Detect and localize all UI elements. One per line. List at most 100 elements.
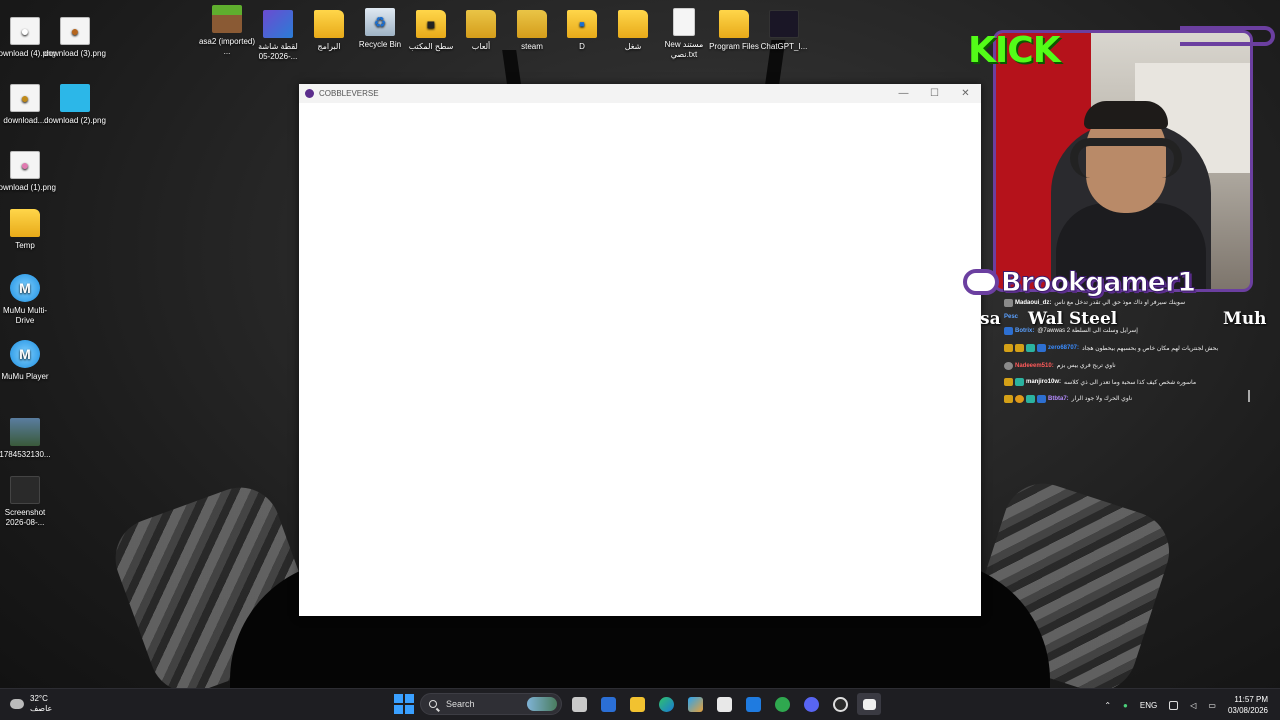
weather-temperature: 32°C — [30, 694, 48, 703]
weather-description: عاصف — [30, 704, 53, 713]
mail-icon — [745, 696, 761, 712]
badge-icon — [1015, 394, 1024, 403]
language-indicator[interactable]: ENG — [1140, 701, 1157, 710]
folder-icon: ■ — [416, 10, 446, 38]
cobbleverse-app-icon — [305, 89, 314, 98]
streamer-name: Brookgamer1 — [1000, 266, 1196, 298]
desktop-icon-chatgpt[interactable]: ChatGPT_I... — [753, 10, 815, 52]
volume-icon[interactable]: ◁ — [1190, 701, 1196, 710]
taskbar-app-edge[interactable] — [654, 693, 678, 715]
weather-widget[interactable]: 32°C عاصف — [10, 694, 52, 714]
image-file-icon: ● — [10, 151, 40, 179]
ticker-left: sa — [980, 309, 1001, 329]
folder-icon: ■ — [567, 10, 597, 38]
taskbar-center: Search — [394, 693, 881, 715]
image-file-icon — [10, 476, 40, 504]
start-button[interactable] — [394, 694, 414, 714]
window-app-icon — [862, 698, 876, 710]
desktop-icon-screenshot[interactable]: Screenshot 2026-08-... — [0, 476, 56, 528]
obs-icon — [832, 696, 848, 712]
chat-message: manjiro10w: ماسوره شخص كيف كذا سحبة وما … — [1004, 373, 1250, 391]
folder-icon — [517, 10, 547, 38]
folder-icon — [618, 10, 648, 38]
mumu-icon: M — [10, 340, 40, 368]
chat-message: Nadeeem510: ناوي تربح فري بيس بزم — [1004, 359, 1250, 372]
badge-icon — [1026, 344, 1035, 352]
name-pill-icon — [963, 269, 999, 295]
chat-message: Madaoui_dz: سوينك سيرفر او داك موذ حق ال… — [1004, 296, 1250, 309]
badge-icon — [1015, 378, 1024, 386]
clock-time: 11:57 PM — [1234, 695, 1268, 704]
image-file-icon — [60, 84, 90, 112]
ticker-mid: Wal Steel — [1028, 309, 1118, 329]
folder-icon — [466, 10, 496, 38]
taskbar-app-mail[interactable] — [741, 693, 765, 715]
chat-scrollbar — [1248, 390, 1250, 402]
window-controls: — ☐ ✕ — [888, 84, 981, 103]
ticker-right: Muh — [1223, 309, 1267, 329]
discord-icon — [803, 696, 819, 712]
badge-icon — [1037, 394, 1046, 403]
desktop-icon-download-3[interactable]: ● download (3).png — [44, 17, 106, 59]
text-file-icon — [673, 8, 695, 36]
chat-message: zero68707: بحش لجنتريات لهم مكان خاص و ب… — [1004, 338, 1250, 358]
mumu-icon: M — [10, 274, 40, 302]
chat-message: Btbta7: ناوي الحرك ولا جود الرار — [1004, 392, 1250, 405]
store-icon — [716, 696, 732, 712]
image-file-icon — [769, 10, 799, 38]
window-content[interactable] — [299, 103, 981, 616]
window-titlebar[interactable]: COBBLEVERSE — ☐ ✕ — [299, 84, 981, 103]
taskbar-app-discord[interactable] — [799, 693, 823, 715]
wind-weather-icon — [10, 699, 24, 709]
maximize-button[interactable]: ☐ — [919, 84, 950, 103]
webcam-person-hair — [1084, 101, 1168, 129]
clock[interactable]: 11:57 PM 03/08/2026 — [1228, 694, 1268, 716]
image-file-icon: ● — [10, 84, 40, 112]
taskbar-app-file-explorer[interactable] — [625, 693, 649, 715]
image-file-icon — [10, 418, 40, 446]
search-highlight-icon — [527, 697, 557, 711]
taskbar-app-notes[interactable] — [596, 693, 620, 715]
task-view-button[interactable] — [567, 693, 591, 715]
badge-icon — [1004, 394, 1013, 403]
taskbar-app-store[interactable] — [712, 693, 736, 715]
microphone-icon[interactable]: ● — [1123, 701, 1128, 710]
taskbar: 32°C عاصف Search ⌃ ● ENG ◁ ▭ 11:57 PM 03… — [0, 688, 1280, 720]
xbox-icon — [774, 696, 790, 712]
battery-icon[interactable]: ▭ — [1208, 701, 1216, 710]
image-file-icon: ● — [10, 17, 40, 45]
cobbleverse-window[interactable]: COBBLEVERSE — ☐ ✕ — [299, 84, 981, 616]
close-button[interactable]: ✕ — [950, 84, 981, 103]
minecraft-icon — [212, 5, 242, 33]
streamer-name-banner: Brookgamer1 — [963, 266, 1279, 298]
system-tray: ⌃ ● ENG ◁ ▭ 11:57 PM 03/08/2026 — [1104, 689, 1280, 720]
taskbar-search[interactable]: Search — [420, 693, 562, 715]
image-file-icon — [263, 10, 293, 38]
edge-icon — [658, 696, 674, 712]
taskbar-app-xbox[interactable] — [770, 693, 794, 715]
folder-icon — [719, 10, 749, 38]
minimize-button[interactable]: — — [888, 84, 919, 103]
folder-icon — [629, 696, 645, 712]
badge-icon — [1004, 344, 1013, 352]
desktop-icon-temp[interactable]: Temp — [0, 209, 56, 251]
desktop-icon-mumu-player[interactable]: M MuMu Player — [0, 340, 56, 382]
stream-ticker: sa Wal Steel Muh — [980, 309, 1280, 331]
folder-icon — [10, 209, 40, 237]
webcam-frame-accent — [1180, 26, 1275, 46]
search-icon — [429, 700, 437, 708]
network-icon[interactable] — [1169, 700, 1179, 710]
desktop: ● download (4).png ● download (3).png ● … — [0, 0, 1280, 688]
taskbar-app-copilot[interactable] — [683, 693, 707, 715]
desktop-icon-1784532130[interactable]: 1784532130... — [0, 418, 56, 460]
taskbar-app-cobbleverse[interactable] — [857, 693, 881, 715]
chevron-up-icon[interactable]: ⌃ — [1104, 701, 1111, 710]
taskbar-app-obs[interactable] — [828, 693, 852, 715]
kick-logo: KICK — [968, 30, 1061, 71]
badge-icon — [1037, 344, 1046, 352]
badge-icon — [1004, 378, 1013, 386]
copilot-icon — [687, 696, 703, 712]
desktop-icon-download-2[interactable]: download (2).png — [44, 84, 106, 126]
desktop-icon-download-1[interactable]: ● download (1).png — [0, 151, 56, 193]
desktop-icon-mumu-multi-drive[interactable]: M MuMu Multi-Drive — [0, 274, 56, 326]
